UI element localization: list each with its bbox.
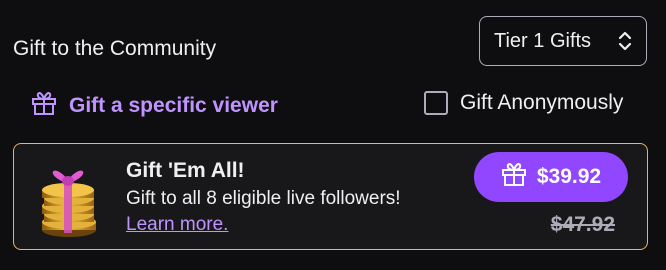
offer-description: Gift to all 8 eligible live followers!: [126, 188, 401, 209]
gift-specific-viewer-label: Gift a specific viewer: [69, 94, 278, 117]
gift-icon: [501, 161, 527, 193]
learn-more-link[interactable]: Learn more.: [126, 214, 228, 236]
tier-select[interactable]: Tier 1 Gifts: [479, 16, 647, 66]
gift-community-panel: Gift to the Community Tier 1 Gifts Gift …: [0, 0, 666, 270]
gift-specific-viewer-link[interactable]: Gift a specific viewer: [31, 90, 278, 122]
chevron-updown-icon: [618, 30, 632, 58]
buy-price: $39.92: [536, 165, 602, 188]
gift-anonymously-checkbox[interactable]: [424, 91, 448, 115]
gift-coins-icon: [30, 156, 108, 240]
buy-gift-button[interactable]: $39.92: [474, 152, 628, 202]
gift-icon: [31, 90, 57, 122]
gift-em-all-card: Gift 'Em All! Gift to all 8 eligible liv…: [13, 143, 648, 250]
gift-anonymously-option[interactable]: Gift Anonymously: [424, 91, 623, 115]
tier-select-value: Tier 1 Gifts: [494, 29, 592, 52]
original-price: $47.92: [550, 213, 615, 236]
gift-anonymously-label: Gift Anonymously: [460, 91, 624, 114]
offer-title: Gift 'Em All!: [126, 159, 245, 182]
section-title: Gift to the Community: [13, 37, 217, 60]
